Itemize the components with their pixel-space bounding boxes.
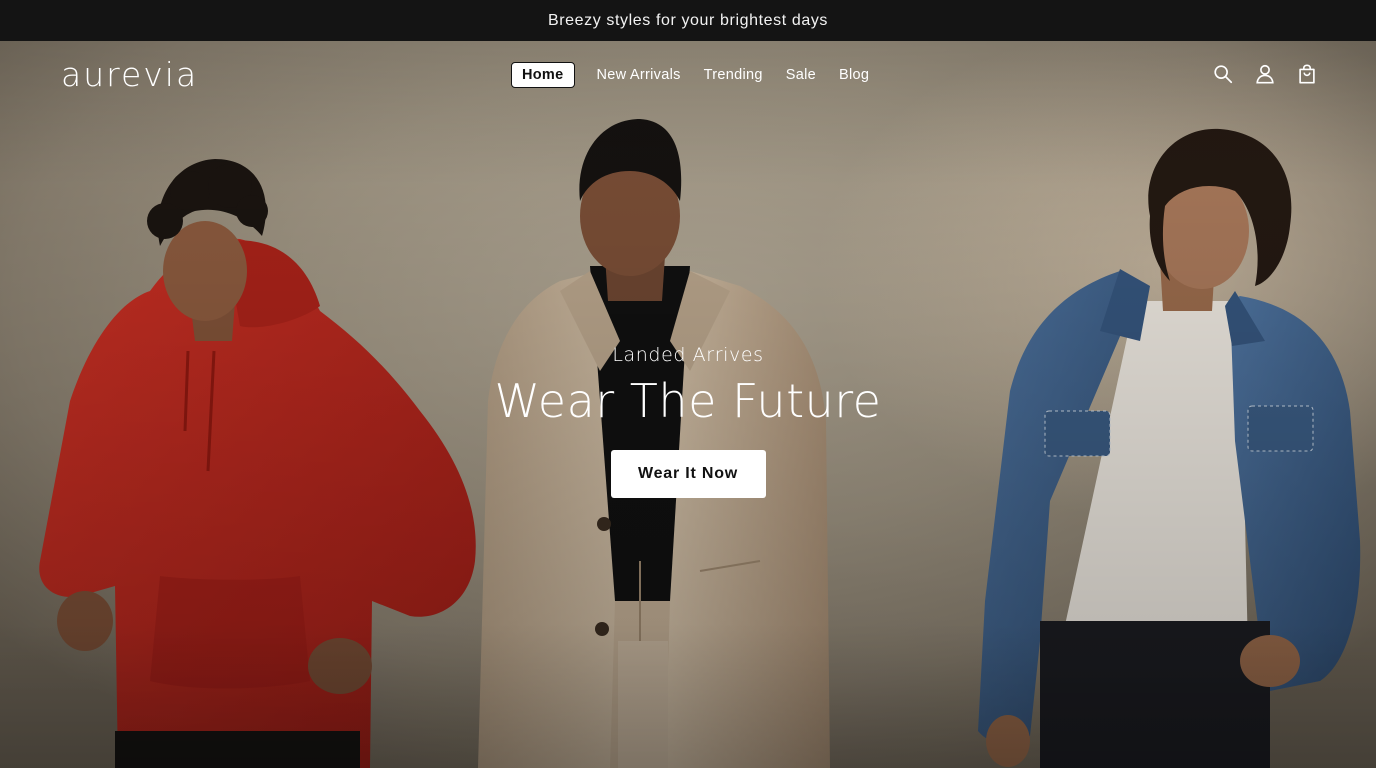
nav-sale[interactable]: Sale bbox=[776, 63, 826, 87]
brand-logo[interactable]: aurevia bbox=[61, 55, 198, 94]
cart-icon[interactable] bbox=[1296, 63, 1318, 85]
nav-new-arrivals[interactable]: New Arrivals bbox=[587, 63, 691, 87]
search-icon[interactable] bbox=[1212, 63, 1234, 85]
hero-content: Landed Arrives Wear The Future Wear It N… bbox=[0, 342, 1376, 498]
header-icons bbox=[1212, 63, 1318, 85]
hero-kicker: Landed Arrives bbox=[612, 344, 764, 366]
announcement-text: Breezy styles for your brightest days bbox=[547, 11, 829, 29]
main-nav: Home New Arrivals Trending Sale Blog bbox=[511, 61, 882, 88]
nav-trending[interactable]: Trending bbox=[694, 63, 773, 87]
nav-blog[interactable]: Blog bbox=[829, 63, 879, 87]
site-header: aurevia Home New Arrivals Trending Sale … bbox=[0, 41, 1376, 109]
announcement-bar: Breezy styles for your brightest days bbox=[0, 0, 1376, 41]
wear-it-now-button[interactable]: Wear It Now bbox=[610, 450, 766, 498]
nav-home[interactable]: Home bbox=[511, 61, 575, 88]
hero-headline: Wear The Future bbox=[494, 374, 882, 428]
account-icon[interactable] bbox=[1254, 63, 1276, 85]
